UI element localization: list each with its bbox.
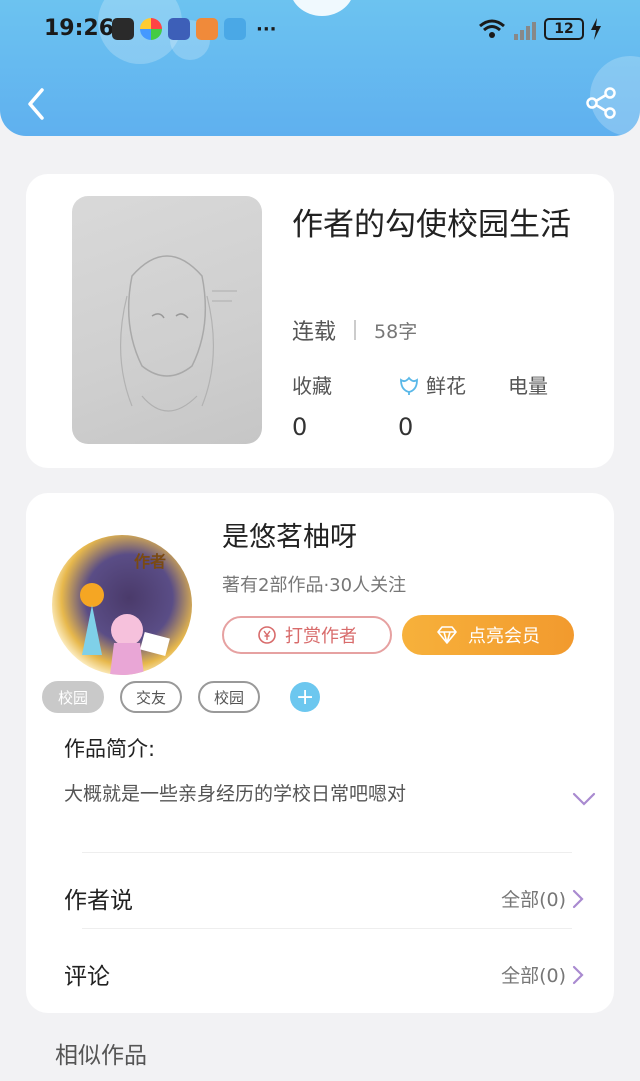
book-info-card: 作者的勾使校园生活 连载 58字 收藏 0 鲜花 0 电量 [26, 174, 614, 468]
comments-all-link[interactable]: 全部(0) [501, 961, 584, 988]
book-cover[interactable] [72, 196, 262, 444]
vip-button-label: 点亮会员 [468, 626, 540, 647]
all-count: 全部(0) [501, 889, 566, 911]
diamond-icon [437, 626, 457, 644]
signal-icon [514, 22, 536, 40]
all-count: 全部(0) [501, 965, 566, 987]
app-notification-icon [112, 18, 134, 40]
flower-icon [400, 376, 418, 395]
book-app-icon [224, 18, 246, 40]
metric-label: 鲜花 [426, 374, 466, 398]
avatar-illustration: 作者 [80, 552, 170, 675]
cover-sketch-image [119, 255, 237, 412]
add-tag-button[interactable]: + [290, 682, 321, 712]
tag-item[interactable]: 校园 [198, 681, 261, 713]
wifi-icon [479, 19, 505, 38]
vip-button[interactable]: 点亮会员 [402, 615, 574, 655]
tag-item[interactable]: 校园 [42, 681, 105, 713]
back-icon[interactable] [22, 86, 52, 122]
top-header: 19:26 ··· 12 [0, 0, 640, 136]
author-avatar[interactable]: 作者 [52, 535, 192, 675]
word-count: 58字 [374, 320, 418, 343]
divider [82, 928, 572, 929]
divider [82, 852, 572, 853]
chevron-right-icon [572, 889, 584, 908]
author-meta: 著有2部作品·30人关注 [222, 575, 407, 596]
status-time: 19:26 [44, 16, 115, 41]
share-icon[interactable] [584, 86, 618, 120]
book-title: 作者的勾使校园生活 [292, 207, 571, 243]
intro-heading: 作品简介: [64, 737, 156, 761]
yen-coin-icon [258, 626, 276, 644]
tag-list: 校园 交友 校园 + [42, 681, 321, 713]
divider [354, 320, 357, 340]
intro-text: 大概就是一些亲身经历的学校日常吧嗯对 [64, 783, 407, 805]
status-bar: 19:26 ··· 12 [0, 14, 640, 48]
author-says-label: 作者说 [64, 888, 133, 914]
charging-icon [591, 18, 601, 40]
expand-chevron-down-icon[interactable] [572, 791, 596, 807]
book-status-row: 连载 58字 [292, 314, 417, 346]
metric-label: 收藏 [292, 374, 332, 398]
avatar-badge: 作者 [134, 552, 166, 571]
author-name[interactable]: 是悠茗柚呀 [222, 515, 357, 554]
metric-flowers[interactable]: 鲜花 0 [398, 370, 466, 441]
notification-icons: ··· [112, 18, 277, 40]
metric-value: 0 [292, 413, 308, 441]
battery-indicator: 12 [544, 18, 584, 40]
metric-power[interactable]: 电量 [508, 370, 548, 413]
metric-favorites[interactable]: 收藏 0 [292, 370, 332, 441]
app-notification-icon [140, 18, 162, 40]
more-notifications-icon: ··· [256, 18, 277, 40]
similar-works-heading: 相似作品 [55, 1043, 147, 1069]
tag-item[interactable]: 交友 [120, 681, 183, 713]
app-notification-icon [168, 18, 190, 40]
app-notification-icon [196, 18, 218, 40]
tip-author-button[interactable]: 打赏作者 [222, 616, 392, 654]
author-card: 作者 是悠茗柚呀 著有2部作品·30人关注 打赏作者 点亮会员 校园 交友 校园… [26, 493, 614, 1013]
metric-label: 电量 [508, 374, 548, 398]
comments-label: 评论 [64, 964, 110, 990]
system-icons: 12 [478, 18, 602, 40]
tip-author-label: 打赏作者 [285, 626, 357, 647]
book-status: 连载 [292, 320, 337, 345]
author-says-all-link[interactable]: 全部(0) [501, 885, 584, 912]
metric-value: 0 [398, 413, 414, 441]
chevron-right-icon [572, 965, 584, 984]
